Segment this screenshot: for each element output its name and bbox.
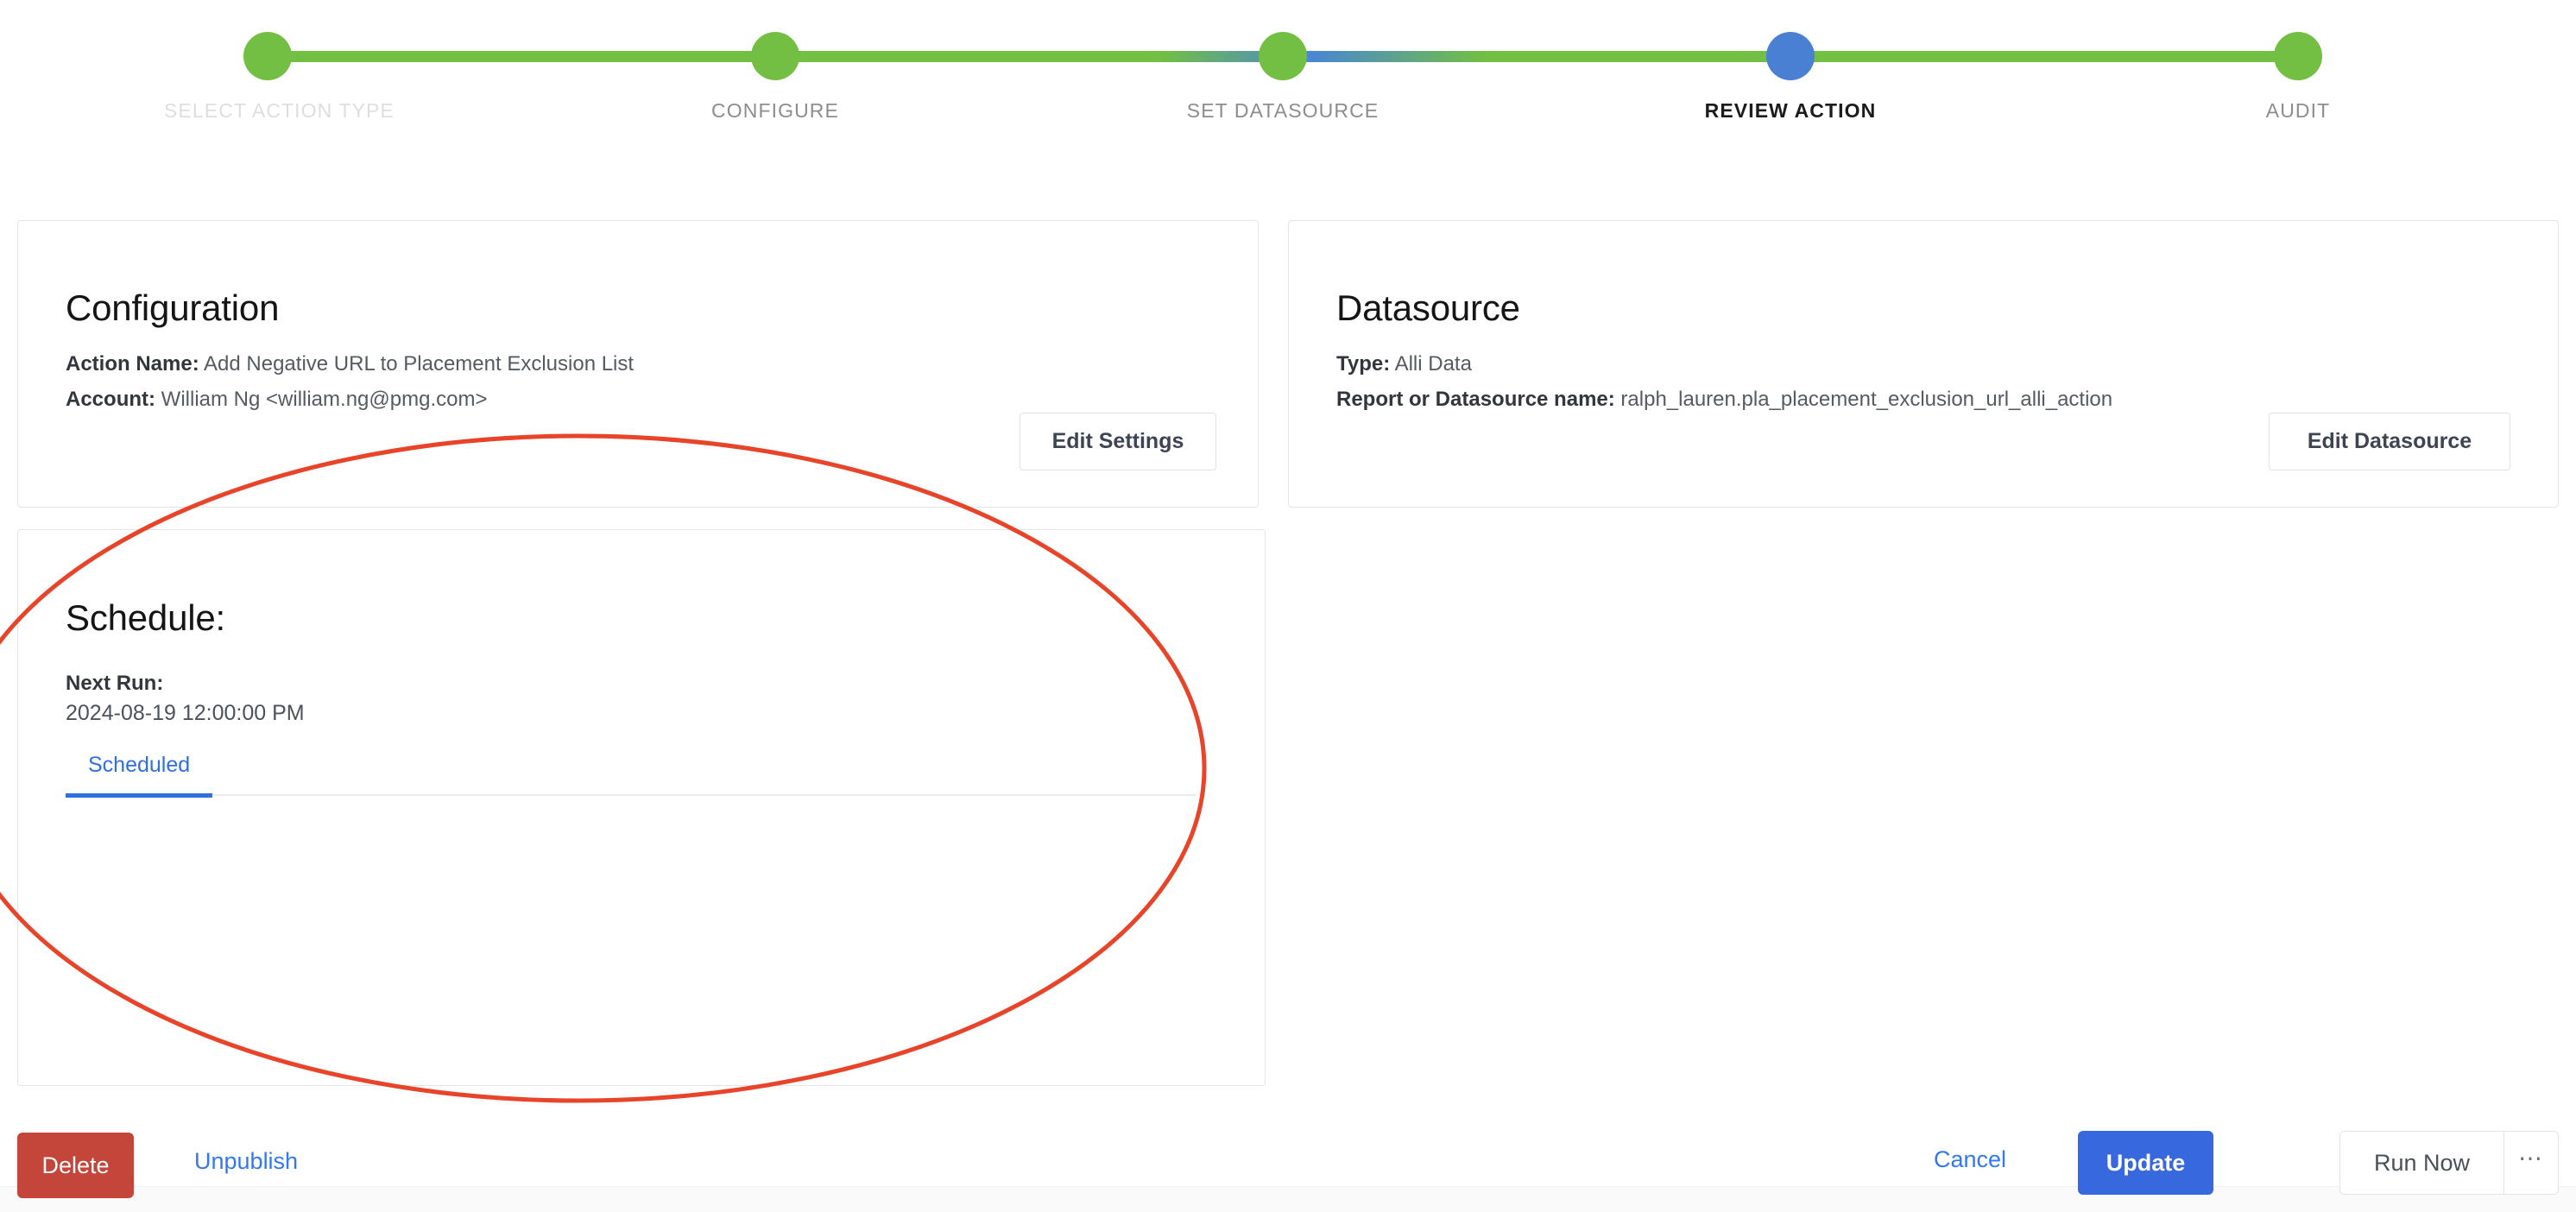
configuration-card: Configuration Action Name: Add Negative … (17, 220, 1259, 508)
step-label-audit: AUDIT (2194, 99, 2402, 123)
edit-settings-button[interactable]: Edit Settings (1020, 413, 1216, 470)
step-dot-audit (2274, 32, 2322, 80)
step-dot-select-action-type (243, 32, 292, 80)
run-now-button-group: Run Now ⋯ (2339, 1131, 2559, 1195)
step-audit[interactable]: AUDIT (2194, 0, 2402, 123)
footer-action-bar: Delete Unpublish Cancel Update Run Now ⋯ (0, 1119, 2576, 1212)
configuration-account-value: William Ng <william.ng@pmg.com> (161, 388, 488, 411)
datasource-report-key: Report or Datasource name: (1336, 388, 1615, 411)
schedule-card: Schedule: Next Run: 2024-08-19 12:00:00 … (17, 529, 1266, 1086)
datasource-card: Datasource Type: Alli Data Report or Dat… (1288, 220, 2559, 508)
configuration-action-name-row: Action Name: Add Negative URL to Placeme… (66, 346, 1258, 382)
run-now-button[interactable]: Run Now (2340, 1132, 2504, 1194)
datasource-type-key: Type: (1336, 352, 1390, 376)
step-label-review-action: REVIEW ACTION (1687, 99, 1894, 123)
datasource-type-value: Alli Data (1395, 352, 1472, 376)
datasource-report-value: ralph_lauren.pla_placement_exclusion_url… (1620, 388, 2112, 411)
progress-stepper: SELECT ACTION TYPE CONFIGURE SET DATASOU… (0, 0, 2576, 155)
configuration-action-name-key: Action Name: (66, 352, 199, 376)
configuration-action-name-value: Add Negative URL to Placement Exclusion … (204, 352, 634, 376)
step-dot-review-action (1766, 32, 1815, 80)
tab-scheduled[interactable]: Scheduled (66, 753, 212, 798)
step-label-set-datasource: SET DATASOURCE (1179, 99, 1386, 123)
configuration-title: Configuration (66, 287, 1258, 329)
schedule-title: Schedule: (66, 597, 1265, 639)
cancel-link[interactable]: Cancel (1934, 1146, 2006, 1173)
delete-button[interactable]: Delete (17, 1133, 134, 1198)
schedule-tabs: Scheduled (66, 749, 1196, 796)
datasource-details: Type: Alli Data Report or Datasource nam… (1336, 346, 2558, 418)
step-dot-set-datasource (1259, 32, 1307, 80)
configuration-details: Action Name: Add Negative URL to Placeme… (66, 346, 1258, 418)
unpublish-link[interactable]: Unpublish (194, 1148, 298, 1175)
datasource-type-row: Type: Alli Data (1336, 346, 2558, 382)
step-dot-configure (751, 32, 799, 80)
update-button[interactable]: Update (2078, 1131, 2213, 1195)
more-options-icon[interactable]: ⋯ (2504, 1132, 2558, 1194)
step-configure[interactable]: CONFIGURE (672, 0, 879, 123)
next-run-label: Next Run: (66, 672, 1265, 696)
next-run-value: 2024-08-19 12:00:00 PM (66, 701, 1265, 726)
step-label-configure: CONFIGURE (672, 99, 879, 123)
configuration-account-key: Account: (66, 388, 155, 411)
app-root: SELECT ACTION TYPE CONFIGURE SET DATASOU… (0, 0, 2576, 1212)
step-select-action-type[interactable]: SELECT ACTION TYPE (164, 0, 371, 123)
edit-datasource-button[interactable]: Edit Datasource (2269, 413, 2510, 470)
datasource-title: Datasource (1336, 287, 2558, 329)
step-set-datasource[interactable]: SET DATASOURCE (1179, 0, 1386, 123)
step-review-action[interactable]: REVIEW ACTION (1687, 0, 1894, 123)
step-label-select-action-type: SELECT ACTION TYPE (164, 99, 371, 123)
